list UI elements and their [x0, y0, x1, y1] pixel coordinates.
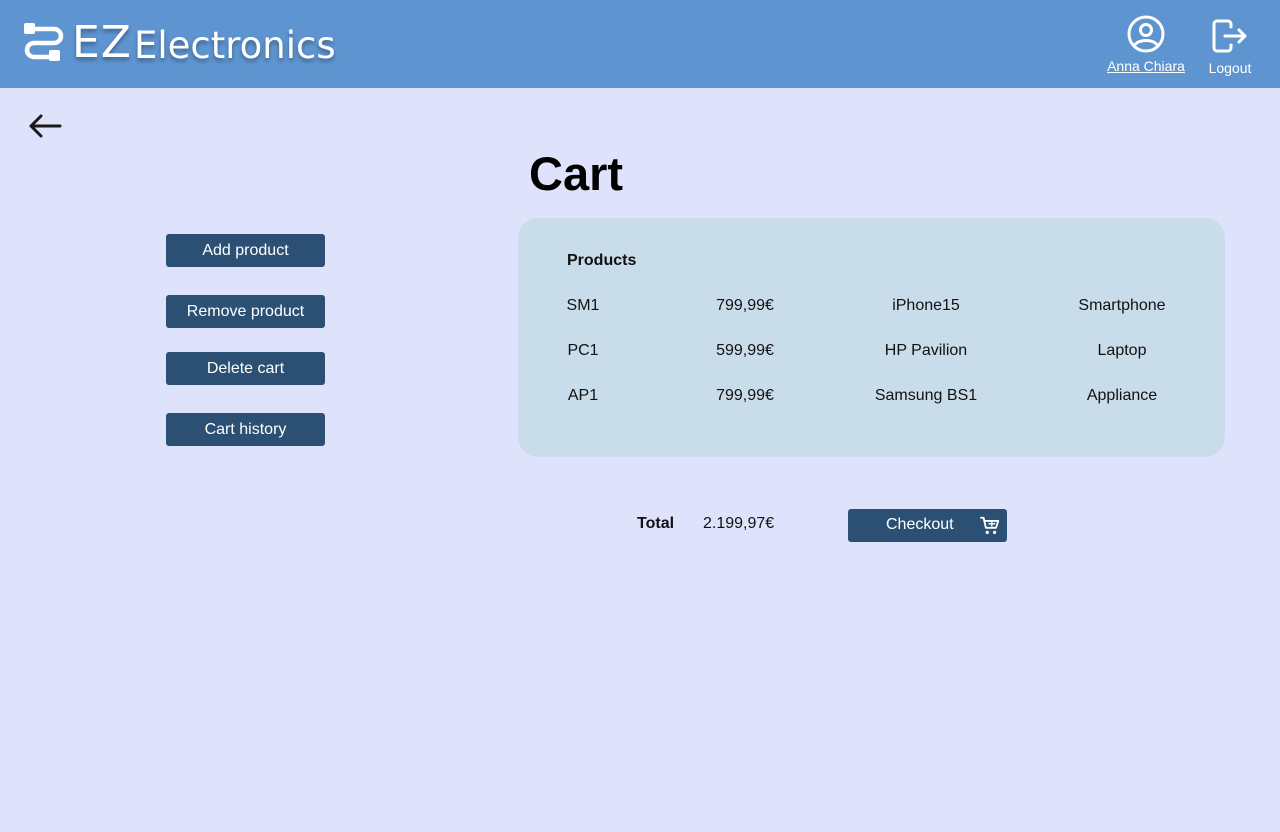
arrow-left-icon: [29, 114, 62, 138]
delete-cart-button[interactable]: Delete cart: [166, 352, 325, 385]
cart-history-button[interactable]: Cart history: [166, 413, 325, 446]
user-profile-link[interactable]: Anna Chiara: [1100, 14, 1192, 74]
product-category: Appliance: [1086, 387, 1158, 404]
brand-suffix: Electronics: [133, 23, 336, 67]
product-name: Samsung BS1: [874, 387, 978, 404]
product-row[interactable]: PC1 599,99€ HP Pavilion Laptop: [518, 342, 1225, 366]
cable-icon: [24, 23, 64, 61]
product-row[interactable]: SM1 799,99€ iPhone15 Smartphone: [518, 297, 1225, 321]
product-category: Laptop: [1097, 342, 1147, 359]
remove-product-button[interactable]: Remove product: [166, 295, 325, 328]
products-panel: Products SM1 799,99€ iPhone15 Smartphone…: [518, 218, 1225, 457]
logout-label: Logout: [1208, 60, 1252, 76]
product-row[interactable]: AP1 799,99€ Samsung BS1 Appliance: [518, 387, 1225, 411]
checkout-button[interactable]: Checkout: [848, 509, 1007, 542]
user-name[interactable]: Anna Chiara: [1107, 58, 1185, 74]
product-code: PC1: [567, 342, 599, 359]
page-title: Cart: [529, 147, 624, 200]
total-value: 2.199,97€: [703, 515, 775, 532]
checkout-label: Checkout: [886, 516, 954, 533]
brand-prefix: EZ: [72, 16, 132, 68]
product-price: 799,99€: [716, 387, 774, 404]
product-code: SM1: [566, 297, 600, 314]
product-name: iPhone15: [892, 297, 960, 314]
product-price: 799,99€: [716, 297, 774, 314]
cart-icon: [979, 516, 1000, 535]
add-product-button[interactable]: Add product: [166, 234, 325, 267]
back-button[interactable]: [26, 110, 64, 142]
logout-icon: [1212, 19, 1247, 53]
top-bar: EZ Electronics Anna Chiara Logout: [0, 0, 1280, 88]
products-heading: Products: [567, 252, 637, 269]
total-label: Total: [637, 515, 675, 532]
logout-button[interactable]: Logout: [1202, 18, 1258, 76]
product-code: AP1: [567, 387, 599, 404]
product-price: 599,99€: [716, 342, 774, 359]
brand-logo[interactable]: EZ Electronics: [22, 16, 336, 68]
product-name: HP Pavilion: [884, 342, 968, 359]
user-circle-icon: [1127, 15, 1165, 53]
product-category: Smartphone: [1078, 297, 1166, 314]
